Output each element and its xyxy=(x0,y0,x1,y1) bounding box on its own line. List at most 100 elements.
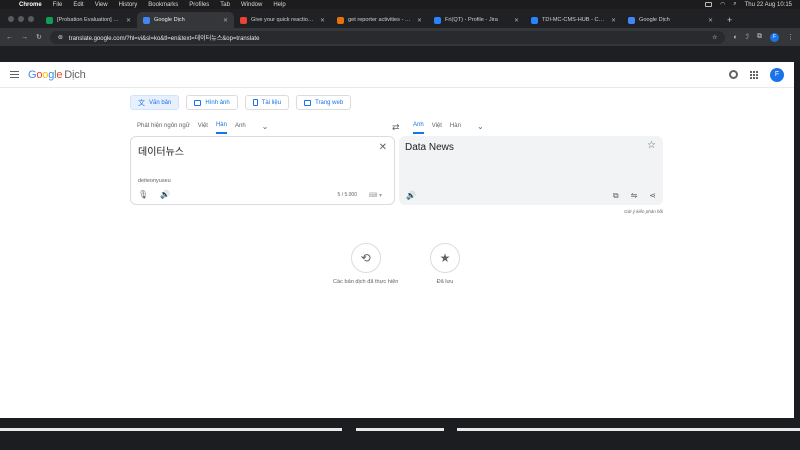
menu-help[interactable]: Help xyxy=(273,2,285,8)
saved-label: Đã lưu xyxy=(436,279,454,285)
target-lang-english[interactable]: Anh xyxy=(413,118,424,134)
source-lang-more-chevron-icon[interactable]: ⌄ xyxy=(262,118,269,134)
gitlab-favicon-icon xyxy=(337,16,344,24)
browser-tab[interactable]: Google Dịch ✕ xyxy=(622,12,719,28)
menu-clock[interactable]: Thu 22 Aug 10:15 xyxy=(745,2,792,8)
mode-label: Tài liệu xyxy=(261,99,282,106)
save-translation-star-icon[interactable]: ☆ xyxy=(647,140,656,151)
menu-profiles[interactable]: Profiles xyxy=(189,2,209,8)
saved-button[interactable]: ★ Đã lưu xyxy=(430,243,460,285)
google-translate-logo[interactable]: Google Dịch xyxy=(28,69,86,81)
saved-star-icon[interactable]: ★ xyxy=(430,243,460,273)
close-tab-icon[interactable]: ✕ xyxy=(514,17,519,24)
history-button[interactable]: ⟲ Các bản dịch đã thực hiện xyxy=(333,243,398,285)
browser-tab[interactable]: get reporter activities - TDI-... ✕ xyxy=(331,12,428,28)
target-lang-korean[interactable]: Hàn xyxy=(450,118,461,134)
site-info-icon[interactable]: ⊜ xyxy=(58,34,63,41)
google-apps-icon[interactable] xyxy=(750,70,758,79)
desktop-wallpaper-stripe xyxy=(356,428,444,431)
desktop-wallpaper-stripe xyxy=(457,428,800,431)
translate-favicon-icon xyxy=(143,16,150,24)
tab-title: [Probation Evaluation] Fri Q... xyxy=(57,17,122,23)
browser-tab[interactable]: Fri(QT) - Profile - Jira ✕ xyxy=(428,12,525,28)
menu-app-name[interactable]: Chrome xyxy=(19,2,42,8)
source-lang-korean[interactable]: Hàn xyxy=(215,118,227,134)
tab-title: Google Dịch xyxy=(639,17,670,23)
mode-document-button[interactable]: Tài liệu xyxy=(244,95,290,110)
menu-view[interactable]: View xyxy=(95,2,108,8)
send-feedback-link[interactable]: Gửi ý kiến phản hồi xyxy=(624,209,663,214)
bookmark-star-icon[interactable]: ☆ xyxy=(712,34,717,41)
tab-title: Fri(QT) - Profile - Jira xyxy=(445,17,498,23)
target-lang-vietnamese[interactable]: Việt xyxy=(432,118,442,134)
mode-label: Trang web xyxy=(315,99,344,106)
gmail-favicon-icon xyxy=(240,16,247,24)
share-translation-icon[interactable]: ⋖ xyxy=(649,191,656,201)
reload-icon[interactable]: ↻ xyxy=(36,33,42,41)
account-avatar[interactable]: F xyxy=(770,67,784,82)
clear-text-icon[interactable]: ✕ xyxy=(379,142,387,153)
back-icon[interactable]: ← xyxy=(6,34,13,41)
history-icon[interactable]: ⟲ xyxy=(350,243,381,273)
menu-history[interactable]: History xyxy=(119,2,138,8)
menu-bookmarks[interactable]: Bookmarks xyxy=(148,2,178,8)
mode-image-button[interactable]: Hình ảnh xyxy=(186,95,238,110)
target-lang-more-chevron-icon[interactable]: ⌄ xyxy=(477,118,484,134)
address-bar[interactable]: ⊜ translate.google.com/?hl=vi&sl=ko&tl=e… xyxy=(49,30,726,44)
rate-translation-icon[interactable]: ⇋ xyxy=(631,191,638,201)
mode-website-button[interactable]: Trang web xyxy=(296,95,352,110)
close-tab-icon[interactable]: ✕ xyxy=(708,17,713,24)
menu-tab[interactable]: Tab xyxy=(220,2,230,8)
source-lang-vietnamese[interactable]: Việt xyxy=(198,118,208,134)
spotlight-icon[interactable]: ⌕ xyxy=(733,1,736,8)
swap-languages-icon[interactable]: ⇄ xyxy=(392,122,400,133)
image-icon xyxy=(194,99,202,106)
jira-favicon-icon xyxy=(434,16,441,24)
close-tab-icon[interactable]: ✕ xyxy=(320,17,325,24)
source-lang-detect[interactable]: Phát hiện ngôn ngữ xyxy=(137,118,190,134)
close-tab-icon[interactable]: ✕ xyxy=(223,17,228,24)
profile-avatar[interactable]: F xyxy=(770,32,779,42)
input-tools-keyboard-icon[interactable]: ⌨ ▾ xyxy=(369,192,382,199)
history-label: Các bản dịch đã thực hiện xyxy=(333,279,399,285)
wifi-icon[interactable]: ◠ xyxy=(720,1,725,8)
desktop-wallpaper-stripe xyxy=(0,428,342,431)
window-controls xyxy=(4,9,40,28)
app-header: Google Dịch F xyxy=(0,62,794,88)
source-text-area[interactable]: 데이터뉴스 ✕ deiteonyuseu 🎙 🔊 5 / 5.000 ⌨ ▾ xyxy=(130,136,395,205)
menu-window[interactable]: Window xyxy=(241,2,262,8)
maximize-window-button[interactable] xyxy=(28,15,34,22)
microphone-icon[interactable]: 🎙 xyxy=(138,190,148,199)
source-lang-english[interactable]: Anh xyxy=(235,118,246,134)
logo-dich-text: Dịch xyxy=(64,68,86,81)
tab-title: Give your quick reaction usin... xyxy=(251,17,316,23)
minimize-window-button[interactable] xyxy=(18,15,24,22)
tab-title: get reporter activities - TDI-... xyxy=(348,17,413,23)
close-window-button[interactable] xyxy=(8,15,14,22)
browser-tab-active[interactable]: Google Dịch ✕ xyxy=(137,12,234,28)
main-menu-icon[interactable] xyxy=(10,71,19,78)
browser-tab[interactable]: [Probation Evaluation] Fri Q... ✕ xyxy=(40,12,137,28)
mode-text-button[interactable]: 文 Văn bản xyxy=(130,95,180,110)
more-menu-icon[interactable]: ⋮ xyxy=(787,33,794,41)
url-text[interactable]: translate.google.com/?hl=vi&sl=ko&tl=en&… xyxy=(69,33,706,42)
tab-title: Google Dịch xyxy=(154,17,185,23)
extensions-puzzle-icon[interactable]: ⧉ xyxy=(757,33,762,41)
menu-edit[interactable]: Edit xyxy=(73,2,83,8)
forward-icon[interactable]: → xyxy=(21,34,28,41)
browser-tab[interactable]: Give your quick reaction usin... ✕ xyxy=(234,12,331,28)
new-tab-button[interactable]: + xyxy=(719,12,740,28)
copy-translation-icon[interactable]: ⧉ xyxy=(613,191,619,201)
menu-file[interactable]: File xyxy=(53,2,63,8)
close-tab-icon[interactable]: ✕ xyxy=(417,17,422,24)
listen-translation-icon[interactable]: 🔊 xyxy=(406,191,416,200)
close-tab-icon[interactable]: ✕ xyxy=(126,17,131,24)
close-tab-icon[interactable]: ✕ xyxy=(611,17,616,24)
source-text[interactable]: 데이터뉴스 xyxy=(138,143,184,158)
extension-icon[interactable]: ◐ xyxy=(733,34,737,41)
settings-gear-icon[interactable] xyxy=(729,70,738,79)
battery-icon[interactable] xyxy=(705,2,712,7)
browser-tab[interactable]: TDI-MC-CMS-HUB - Confluen... ✕ xyxy=(525,12,622,28)
listen-source-icon[interactable]: 🔊 xyxy=(160,190,170,199)
extension-icon[interactable]: ℐ xyxy=(746,33,749,41)
